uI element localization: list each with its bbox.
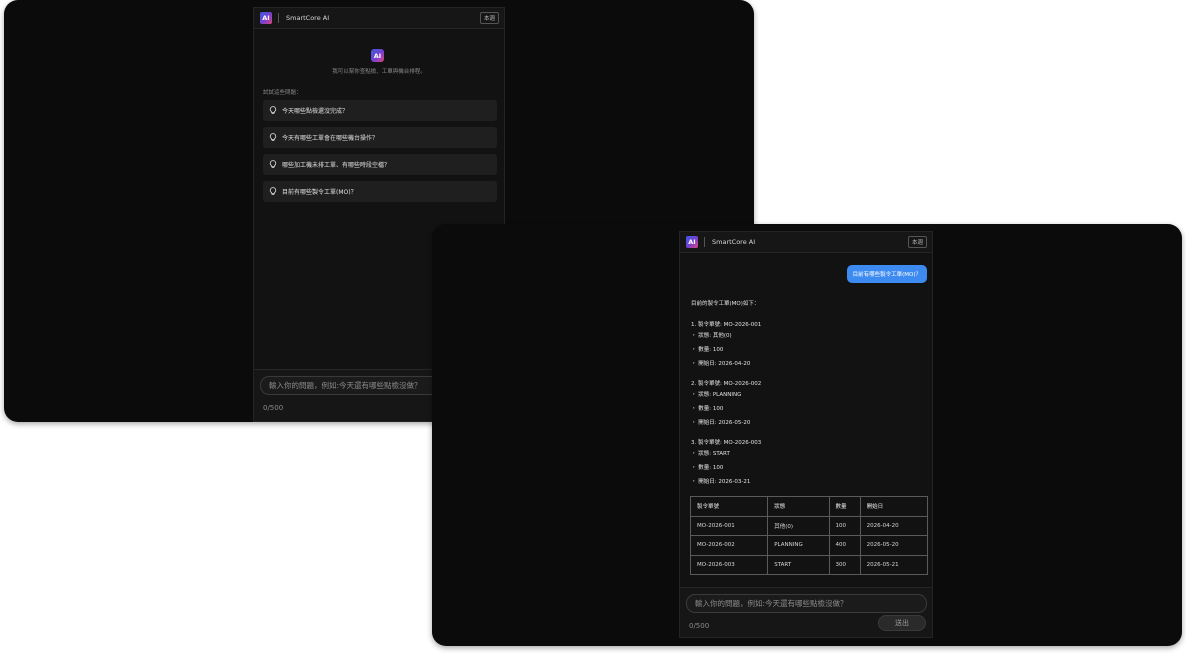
question-input[interactable]: 輸入你的問題，例如:今天還有哪些點檢沒做？ bbox=[686, 594, 927, 613]
order-start: ・ 開始日: 2026-03-21 bbox=[691, 479, 751, 485]
app-title: SmartCore AI bbox=[712, 238, 756, 246]
table-cell: PLANNING bbox=[767, 535, 830, 556]
header-divider bbox=[704, 237, 705, 247]
suggestion-item[interactable]: 哪些加工機未排工單、有哪些時段空檔？ bbox=[263, 154, 497, 175]
welcome-description: 我可以幫你查點檢、工單與機台排程。 bbox=[332, 69, 426, 75]
suggestion-text: 目前有哪些製令工單(MO)？ bbox=[282, 189, 357, 196]
chat-panel: AI SmartCore AI 本週 目前有哪些製令工單(MO)？ 目前的製令工… bbox=[679, 231, 933, 638]
order-status: ・ 狀態: START bbox=[691, 451, 730, 457]
panel-header: AI SmartCore AI 本週 bbox=[680, 232, 932, 253]
app-title: SmartCore AI bbox=[286, 14, 330, 22]
table-header-row: 製令單號 狀態 數量 開始日 bbox=[689, 496, 929, 517]
lightbulb-icon bbox=[269, 133, 277, 141]
panel-header: AI SmartCore AI 本週 bbox=[254, 8, 504, 29]
mo-table: 製令單號 狀態 數量 開始日 MO-2026-001 其他(0) 100 202… bbox=[689, 496, 929, 575]
table-cell: 400 bbox=[828, 535, 861, 556]
reply-intro: 目前的製令工單(MO)如下： bbox=[691, 301, 760, 307]
suggestion-item[interactable]: 目前有哪些製令工單(MO)？ bbox=[263, 181, 497, 202]
suggestion-text: 哪些加工機未排工單、有哪些時段空檔？ bbox=[282, 162, 391, 169]
char-counter: 0/500 bbox=[263, 404, 284, 412]
order-qty: ・ 數量: 100 bbox=[691, 347, 724, 353]
input-footer: 輸入你的問題，例如:今天還有哪些點檢沒做？ 0/500 送出 bbox=[680, 587, 932, 637]
table-cell: MO-2026-003 bbox=[689, 554, 769, 575]
header-divider bbox=[278, 13, 279, 23]
column-header: 狀態 bbox=[767, 496, 830, 517]
table-row: MO-2026-001 其他(0) 100 2026-04-20 bbox=[689, 515, 929, 536]
table-cell: 100 bbox=[828, 515, 861, 536]
suggestion-text: 今天哪些點檢還沒完成？ bbox=[282, 108, 349, 115]
order-qty: ・ 數量: 100 bbox=[691, 465, 724, 471]
table-cell: MO-2026-002 bbox=[689, 535, 769, 556]
table-row: MO-2026-002 PLANNING 400 2026-05-20 bbox=[689, 535, 929, 556]
lightbulb-icon bbox=[269, 160, 277, 168]
column-header: 製令單號 bbox=[689, 496, 769, 517]
screenshot-conversation: AI SmartCore AI 本週 目前有哪些製令工單(MO)？ 目前的製令工… bbox=[432, 224, 1182, 646]
order-status: ・ 狀態: 其他(0) bbox=[691, 333, 732, 339]
table-cell: 300 bbox=[828, 554, 861, 575]
order-heading: 3. 製令單號: MO-2026-003 bbox=[691, 440, 762, 446]
table-cell: 2026-05-21 bbox=[859, 554, 929, 575]
table-cell: MO-2026-001 bbox=[689, 515, 769, 536]
app-logo-icon: AI bbox=[260, 12, 272, 24]
order-qty: ・ 數量: 100 bbox=[691, 406, 724, 412]
table-row: MO-2026-003 START 300 2026-05-21 bbox=[689, 554, 929, 575]
column-header: 開始日 bbox=[859, 496, 929, 517]
lightbulb-icon bbox=[269, 106, 277, 114]
order-start: ・ 開始日: 2026-04-20 bbox=[691, 361, 751, 367]
order-heading: 1. 製令單號: MO-2026-001 bbox=[691, 322, 762, 328]
lightbulb-icon bbox=[269, 187, 277, 195]
char-counter: 0/500 bbox=[689, 622, 710, 630]
column-header: 數量 bbox=[828, 496, 861, 517]
table-cell: START bbox=[767, 554, 830, 575]
suggestion-text: 今天有哪些工單會在哪些機台操作？ bbox=[282, 135, 379, 142]
order-status: ・ 狀態: PLANNING bbox=[691, 392, 742, 398]
suggestion-item[interactable]: 今天有哪些工單會在哪些機台操作？ bbox=[263, 127, 497, 148]
order-heading: 2. 製令單號: MO-2026-002 bbox=[691, 381, 762, 387]
app-logo-icon: AI bbox=[686, 236, 698, 248]
table-cell: 2026-05-20 bbox=[859, 535, 929, 556]
order-start: ・ 開始日: 2026-05-20 bbox=[691, 420, 751, 426]
header-tag[interactable]: 本週 bbox=[479, 12, 499, 24]
table-cell: 其他(0) bbox=[767, 515, 830, 536]
suggestion-item[interactable]: 今天哪些點檢還沒完成？ bbox=[263, 100, 497, 121]
suggestions-label: 試試這些問題： bbox=[263, 90, 302, 96]
header-tag[interactable]: 本週 bbox=[907, 236, 927, 248]
user-message-bubble: 目前有哪些製令工單(MO)？ bbox=[846, 265, 927, 283]
send-button[interactable]: 送出 bbox=[878, 615, 926, 631]
table-cell: 2026-04-20 bbox=[859, 515, 929, 536]
welcome-logo-icon: AI bbox=[371, 49, 384, 62]
